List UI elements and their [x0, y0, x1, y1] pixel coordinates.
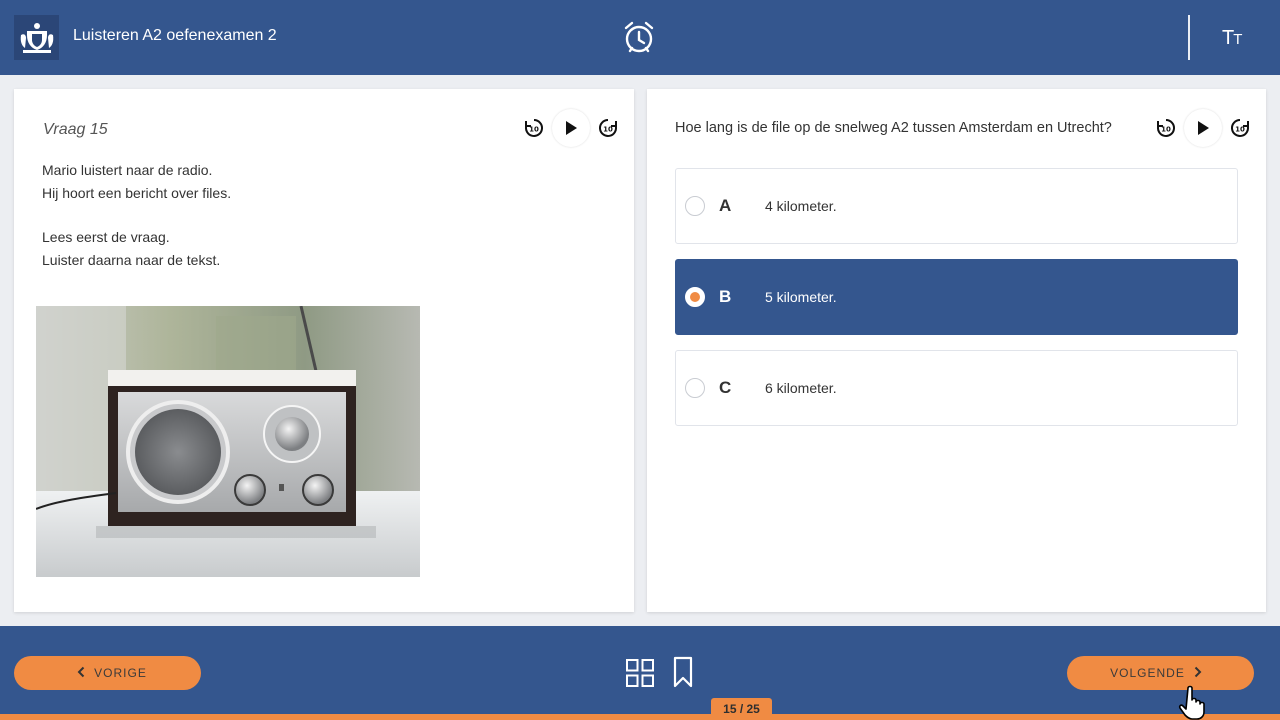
question-audio-controls: 10 10 — [1154, 109, 1252, 147]
text-size-button[interactable]: TT — [1222, 27, 1242, 50]
radio-button[interactable] — [685, 378, 705, 398]
answer-option-c[interactable]: C 6 kilometer. — [675, 350, 1238, 426]
next-label: VOLGENDE — [1110, 666, 1185, 680]
exam-title: Luisteren A2 oefenexamen 2 — [73, 27, 277, 44]
option-text: 6 kilometer. — [765, 380, 837, 396]
next-button[interactable]: VOLGENDE — [1067, 656, 1254, 690]
rewind-10-label: 10 — [1161, 126, 1171, 134]
context-panel: Vraag 15 10 10 Mario luistert naar de ra… — [14, 89, 634, 612]
option-letter: C — [719, 378, 732, 397]
answer-option-b[interactable]: B 5 kilometer. — [675, 259, 1238, 335]
overview-grid-icon[interactable] — [626, 659, 654, 687]
radio-photo — [36, 306, 420, 577]
chevron-right-icon — [1194, 665, 1202, 681]
rewind-10-icon[interactable]: 10 — [522, 116, 546, 140]
context-audio-controls: 10 10 — [522, 109, 620, 147]
page-counter: 15 / 25 — [711, 698, 772, 720]
chevron-left-icon — [77, 665, 85, 681]
forward-10-icon[interactable]: 10 — [1228, 116, 1252, 140]
radio-button-selected[interactable] — [685, 287, 705, 307]
hand-cursor-icon — [1178, 684, 1214, 720]
text-size-big-t: T — [1222, 27, 1234, 49]
forward-10-label: 10 — [603, 126, 613, 134]
alarm-clock-icon[interactable] — [623, 20, 655, 54]
answer-option-a[interactable]: A 4 kilometer. — [675, 168, 1238, 244]
rewind-10-icon[interactable]: 10 — [1154, 116, 1178, 140]
option-text: 4 kilometer. — [765, 198, 837, 214]
previous-label: VORIGE — [94, 666, 147, 680]
question-text: Hoe lang is de file op de snelweg A2 tus… — [675, 120, 1112, 136]
progress-bar — [0, 714, 1280, 720]
option-letter: B — [719, 287, 732, 306]
play-icon — [566, 121, 577, 135]
text-size-small-t: T — [1233, 31, 1242, 48]
option-letter: A — [719, 196, 732, 215]
intro-paragraph-1: Mario luistert naar de radio. Hij hoort … — [42, 162, 232, 201]
play-icon — [1198, 121, 1209, 135]
option-text: 5 kilometer. — [765, 289, 837, 305]
header-divider — [1188, 15, 1190, 60]
intro-paragraph-2: Lees eerst de vraag. Luister daarna naar… — [42, 229, 221, 268]
coat-of-arms-logo — [14, 15, 59, 60]
intro-text: Mario luistert naar de radio. Hij hoort … — [42, 159, 231, 271]
bookmark-icon[interactable] — [673, 656, 693, 688]
rewind-10-label: 10 — [529, 126, 539, 134]
forward-10-icon[interactable]: 10 — [596, 116, 620, 140]
forward-10-label: 10 — [1235, 126, 1245, 134]
previous-button[interactable]: VORIGE — [14, 656, 201, 690]
question-panel: Hoe lang is de file op de snelweg A2 tus… — [647, 89, 1266, 612]
question-number: Vraag 15 — [43, 121, 108, 138]
radio-button[interactable] — [685, 196, 705, 216]
play-button[interactable] — [552, 109, 590, 147]
play-button[interactable] — [1184, 109, 1222, 147]
radio-dot — [690, 292, 700, 302]
top-bar: Luisteren A2 oefenexamen 2 TT — [0, 0, 1280, 75]
